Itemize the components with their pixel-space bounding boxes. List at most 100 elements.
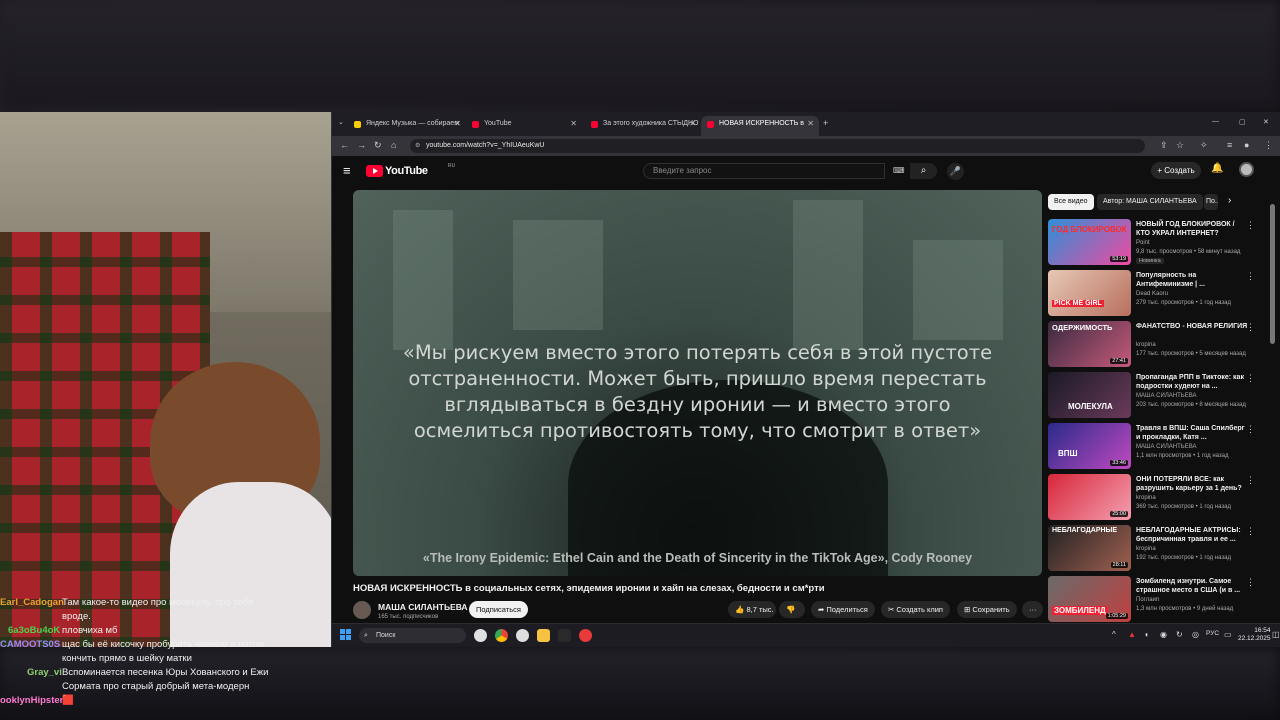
bookmark-star-icon[interactable]: ☆ xyxy=(1176,140,1184,151)
background-building xyxy=(913,240,1003,340)
chip-all-videos[interactable]: Все видео xyxy=(1048,194,1094,210)
language-indicator[interactable]: РУС xyxy=(1206,630,1219,637)
forward-icon[interactable]: → xyxy=(357,140,366,150)
taskbar-clock[interactable]: 16:54 22.12.2025 xyxy=(1238,627,1271,643)
recommendation-item[interactable]: PICK ME GIRL Популярность на Антифеминиз… xyxy=(1048,270,1256,316)
tab-youtube[interactable]: YouTube ✕ xyxy=(466,116,582,136)
site-info-icon[interactable]: ⚙ xyxy=(415,139,420,153)
chevron-right-icon[interactable]: › xyxy=(1228,195,1231,206)
notifications-icon[interactable]: ◫ xyxy=(1272,630,1280,639)
tab-current-video[interactable]: НОВАЯ ИСКРЕННОСТЬ в соц... ✕ xyxy=(701,116,819,143)
chrome-icon[interactable] xyxy=(495,629,508,642)
obs-icon[interactable] xyxy=(558,629,571,642)
save-button[interactable]: ⊞ Сохранить xyxy=(957,601,1017,618)
tray-app-icon[interactable]: ◎ xyxy=(1192,630,1199,639)
like-button[interactable]: 👍 8,7 тыс. xyxy=(728,601,776,618)
tray-overflow-icon[interactable]: ^ xyxy=(1112,630,1116,639)
close-tab-icon[interactable]: ✕ xyxy=(689,116,696,132)
back-icon[interactable]: ← xyxy=(340,140,349,150)
recommendation-item[interactable]: ОДЕРЖИМОСТЬ 27:41 ФАНАТСТВО - НОВАЯ РЕЛИ… xyxy=(1048,321,1256,367)
more-options-icon[interactable]: ⋮ xyxy=(1246,526,1255,537)
search-button[interactable]: ⌕ xyxy=(910,163,937,179)
steam-icon[interactable] xyxy=(516,629,529,642)
tab-yandex-music[interactable]: Яндекс Музыка — собираем ... ✕ xyxy=(348,116,466,143)
chat-username: Gray_vi xyxy=(27,667,62,678)
recommendation-item[interactable]: НЕБЛАГОДАРНЫЕ 28:11 НЕБЛАГОДАРНЫЕ АКТРИС… xyxy=(1048,525,1256,571)
search-input[interactable]: Введите запрос xyxy=(643,163,885,179)
more-options-icon[interactable]: ⋮ xyxy=(1246,220,1255,231)
chat-message: вроде. xyxy=(0,610,330,624)
chat-username: ooklynHipster xyxy=(0,695,64,706)
clip-button[interactable]: ✂ Создать клип xyxy=(881,601,950,618)
close-tab-icon[interactable]: ✕ xyxy=(807,116,814,132)
yandex-browser-icon[interactable] xyxy=(474,629,487,642)
notifications-bell-icon[interactable]: 🔔 xyxy=(1211,163,1223,174)
close-tab-icon[interactable]: ✕ xyxy=(570,116,577,132)
subscribe-button[interactable]: Подписаться xyxy=(469,601,528,618)
new-tab-icon[interactable]: + xyxy=(823,118,828,128)
minimize-icon[interactable]: — xyxy=(1212,118,1219,125)
home-icon[interactable]: ⌂ xyxy=(391,140,396,150)
close-tab-icon[interactable]: ✕ xyxy=(454,116,461,132)
video-duration: 25:00 xyxy=(1110,511,1128,517)
voice-search-button[interactable]: 🎤 xyxy=(947,163,964,180)
dislike-button[interactable]: 👎 xyxy=(779,601,805,618)
youtube-favicon xyxy=(591,121,598,128)
file-explorer-icon[interactable] xyxy=(537,629,550,642)
video-duration: 53:19 xyxy=(1110,256,1128,262)
recommendation-meta: 203 тыс. просмотров • 8 месяцев назад xyxy=(1136,402,1246,408)
recommendation-thumbnail: 25:00 xyxy=(1048,474,1131,520)
more-options-icon[interactable]: ⋮ xyxy=(1246,373,1255,384)
recommendation-meta: 9,8 тыс. просмотров • 58 минут назад xyxy=(1136,249,1241,255)
create-button[interactable]: + Создать xyxy=(1151,162,1201,179)
network-icon[interactable]: ▭ xyxy=(1224,630,1232,639)
more-options-icon[interactable]: ⋮ xyxy=(1246,424,1255,435)
channel-avatar[interactable] xyxy=(353,601,371,619)
reload-icon[interactable]: ↻ xyxy=(374,140,382,151)
microphone-icon: 🎤 xyxy=(949,166,962,176)
profile-icon[interactable]: ● xyxy=(1244,140,1249,150)
recommendation-item[interactable]: МОЛЕКУЛА Пропаганда РПП в Тиктоке: как п… xyxy=(1048,372,1256,418)
close-window-icon[interactable]: ✕ xyxy=(1263,118,1269,126)
recommendation-item[interactable]: 25:00 ОНИ ПОТЕРЯЛИ ВСЕ: как разрушить ка… xyxy=(1048,474,1256,520)
recommendation-item[interactable]: ЗОМБИЛЕНД 1:05:29 Зомбиленд изнутри. Сам… xyxy=(1048,576,1256,622)
recommendation-meta: 279 тыс. просмотров • 1 год назад xyxy=(1136,300,1231,306)
start-button[interactable] xyxy=(340,629,352,641)
more-options-icon[interactable]: ⋮ xyxy=(1246,475,1255,486)
chat-message: Earl_Cadogan Там какое-то видео про молек… xyxy=(0,596,330,610)
more-options-icon[interactable]: ⋮ xyxy=(1246,322,1255,333)
tray-app-icon[interactable]: ▲ xyxy=(1128,630,1136,639)
video-duration: 27:41 xyxy=(1110,358,1128,364)
keyboard-icon[interactable]: ⌨ xyxy=(893,166,905,175)
recommendation-item[interactable]: ВПШ 33:46 Травля в ВПШ: Саша Спилберг и … xyxy=(1048,423,1256,469)
yandex-music-favicon xyxy=(354,121,361,128)
maximize-icon[interactable]: ▢ xyxy=(1239,118,1246,126)
recommendation-item[interactable]: ГОД БЛОКИРОВОК 53:19 НОВЫЙ ГОД БЛОКИРОВО… xyxy=(1048,219,1256,265)
tray-audio-icon[interactable]: ◖ xyxy=(1144,630,1149,639)
page-scrollbar[interactable] xyxy=(1270,204,1275,344)
install-app-icon[interactable]: ⇪ xyxy=(1160,140,1168,151)
recommendation-thumbnail: ЗОМБИЛЕНД 1:05:29 xyxy=(1048,576,1131,622)
chip-by-author[interactable]: Автор: МАША СИЛАНТЬЕВА xyxy=(1097,194,1203,210)
app-icon[interactable] xyxy=(579,629,592,642)
video-player[interactable]: «Мы рискуем вместо этого потерять себя в… xyxy=(353,190,1042,576)
taskbar-search[interactable]: ⌕ Поиск xyxy=(359,628,466,643)
chip-more[interactable]: По... xyxy=(1204,194,1218,210)
account-avatar[interactable] xyxy=(1239,162,1254,177)
extensions-icon[interactable]: ✧ xyxy=(1200,140,1208,151)
channel-name[interactable]: МАША СИЛАНТЬЕВА xyxy=(378,602,468,612)
recommendation-channel: Dead Kaoru xyxy=(1136,291,1169,297)
hamburger-menu-icon[interactable]: ≡ xyxy=(343,163,351,178)
tray-security-icon[interactable]: ◉ xyxy=(1160,630,1167,639)
reading-list-icon[interactable]: ≡ xyxy=(1227,140,1232,150)
tray-sync-icon[interactable]: ↻ xyxy=(1176,630,1183,639)
browser-menu-icon[interactable]: ⋮ xyxy=(1264,140,1273,151)
tab-list-icon[interactable]: ⌄ xyxy=(338,118,344,126)
more-options-icon[interactable]: ⋮ xyxy=(1246,271,1255,282)
share-button[interactable]: ➦ Поделиться xyxy=(811,601,875,618)
more-options-icon[interactable]: ⋮ xyxy=(1246,577,1255,588)
more-actions-button[interactable]: ··· xyxy=(1022,601,1043,618)
url-field[interactable]: ⚙ youtube.com/watch?v=_YhIUAeuKwU xyxy=(410,139,1145,153)
video-duration: 33:46 xyxy=(1110,460,1128,466)
tab-artist-video[interactable]: За этого художника СТЫДНО ✕ xyxy=(585,116,701,136)
